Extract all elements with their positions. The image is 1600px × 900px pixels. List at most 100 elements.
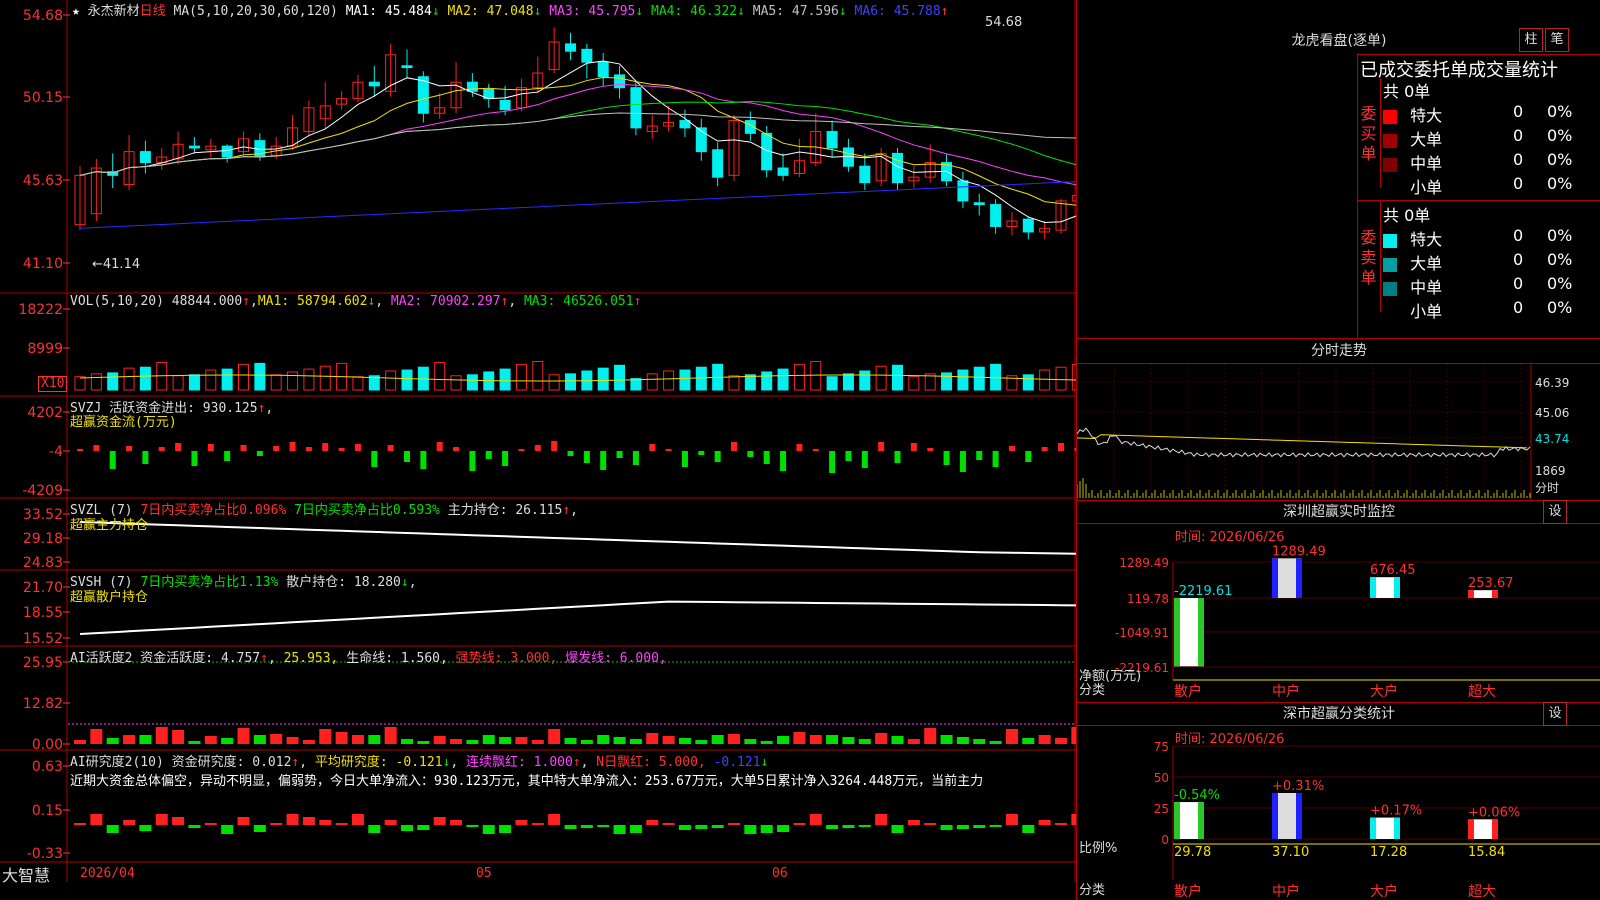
kline-panel[interactable]: 54.68 50.15 45.63 41.10 54.68 ←41.14 18222 8999…: [0, 0, 1076, 885]
activity-bar: [613, 737, 626, 744]
ma1-label: MA1: 45.484↓: [345, 4, 440, 19]
volume-bar: [957, 369, 969, 391]
buy-percent: 0%: [1547, 150, 1573, 169]
research-bar: [319, 820, 332, 825]
sz-monitor-chart: 1289.49119.78-1049.91-2219.61-2219.61散户1…: [1079, 544, 1600, 700]
bar-edge: [1174, 802, 1180, 839]
intraday-title[interactable]: 分时走势: [1077, 338, 1600, 364]
candle-body: [221, 145, 233, 158]
right-panel: 龙虎看盘(逐单) 柱 笔 已成交委托单成交量统计 委买单共 0单 特大 0 0%…: [1076, 0, 1600, 900]
tab-bar[interactable]: 柱: [1519, 28, 1543, 52]
vol-header: VOL(5,10,20) 48844.000↑,MA1: 58794.602↓,…: [70, 294, 642, 309]
intraday-chart[interactable]: 46.39 45.06 43.74 1869 分时: [1077, 364, 1600, 500]
activity-bar: [662, 736, 675, 744]
flow-bar: [322, 443, 329, 451]
ma3-label: MA3: 45.795↓: [549, 4, 644, 19]
activity-bar: [106, 738, 119, 744]
candle-body: [1022, 218, 1034, 233]
research-bar: [989, 825, 1002, 827]
flow-bar: [158, 447, 165, 451]
bar-edge: [1468, 590, 1474, 598]
activity-bar: [172, 730, 185, 744]
activity-bar: [499, 737, 512, 744]
activity-bar: [1055, 738, 1067, 744]
category-label: 中户: [1272, 883, 1300, 900]
research-bar: [253, 825, 266, 832]
research-bar: [106, 825, 119, 833]
flow-bar: [518, 449, 525, 451]
flow-bar: [273, 446, 280, 451]
period-label[interactable]: 日线: [140, 4, 166, 19]
flow-bar: [436, 442, 443, 451]
bar-edge: [1174, 598, 1180, 667]
kline-chart[interactable]: 54.68 50.15 45.63 41.10 54.68 ←41.14 18222 8999…: [0, 0, 1076, 882]
svsh-subtitle: 超赢散户持仓: [70, 590, 149, 605]
research-bar: [826, 825, 839, 829]
activity-bar: [744, 739, 757, 744]
research-bar: [548, 814, 561, 825]
flow-bar: [289, 442, 296, 451]
research-bar: [74, 823, 86, 825]
buy-swatch: [1383, 157, 1397, 172]
svzl-tick: 29.18: [23, 531, 63, 547]
buy-percent: 0%: [1547, 102, 1573, 121]
flow-bar: [698, 451, 705, 455]
research-bar: [270, 823, 283, 825]
volume-bar: [401, 369, 413, 391]
flow-bar: [93, 445, 100, 451]
activity-bar: [221, 738, 234, 744]
bar-value-label: -0.54%: [1174, 788, 1220, 803]
sell-percent: 0%: [1547, 298, 1573, 317]
flow-bar: [812, 449, 819, 451]
buy-row: 中单 0 0%: [1383, 150, 1600, 173]
flow-bar: [77, 449, 83, 451]
activity-bar: [515, 737, 528, 744]
buy-percent: 0%: [1547, 174, 1573, 193]
buy-total: 共 0单: [1383, 82, 1431, 101]
activity-bar: [646, 733, 659, 744]
ma-params: MA(5,10,20,30,60,120): [173, 4, 338, 19]
activity-bar: [564, 738, 577, 744]
bar-edge: [1468, 819, 1474, 839]
research-bar: [629, 825, 642, 833]
volume-bar: [761, 371, 773, 391]
volume-bar: [973, 366, 985, 391]
buy-count: 0: [1513, 126, 1524, 145]
tab-tick[interactable]: 笔: [1545, 28, 1569, 52]
volume-bar: [303, 368, 315, 391]
ma6-line: [79, 181, 1076, 229]
flow-bar: [829, 451, 836, 473]
sell-count: 0: [1513, 226, 1524, 245]
activity-bar: [237, 728, 250, 744]
candle-body: [188, 145, 200, 149]
volume-bar: [123, 367, 135, 391]
sz-stats-settings-button[interactable]: 设: [1543, 702, 1567, 726]
activity-bar: [270, 734, 283, 744]
volume-bar: [744, 374, 756, 391]
low-price-label: ←41.14: [92, 257, 140, 272]
research-bar: [384, 820, 397, 825]
bar-edge: [1272, 792, 1278, 839]
flow-bar: [551, 441, 558, 451]
star-icon[interactable]: ★: [72, 4, 80, 19]
activity-bar: [678, 738, 691, 744]
activity-bar: [139, 735, 152, 744]
flow-bar: [1058, 443, 1064, 451]
flow-bar: [878, 442, 885, 451]
research-bar: [221, 825, 234, 834]
candle-body: [139, 151, 151, 164]
research-bar: [956, 825, 969, 829]
flow-bar: [910, 443, 917, 451]
activity-bar: [924, 728, 937, 744]
flow-bar: [453, 447, 460, 451]
volume-bar: [74, 376, 86, 391]
bar-tick: 50: [1154, 771, 1169, 785]
flow-bar: [992, 451, 999, 467]
stock-name: 永杰新材: [87, 4, 140, 19]
bar-bottom-label: 29.78: [1174, 845, 1211, 860]
volume-bar: [810, 361, 822, 391]
research-bar: [139, 825, 152, 831]
sz-monitor-settings-button[interactable]: 设: [1543, 500, 1567, 524]
flow-bar: [959, 451, 966, 472]
research-bar: [172, 817, 185, 825]
